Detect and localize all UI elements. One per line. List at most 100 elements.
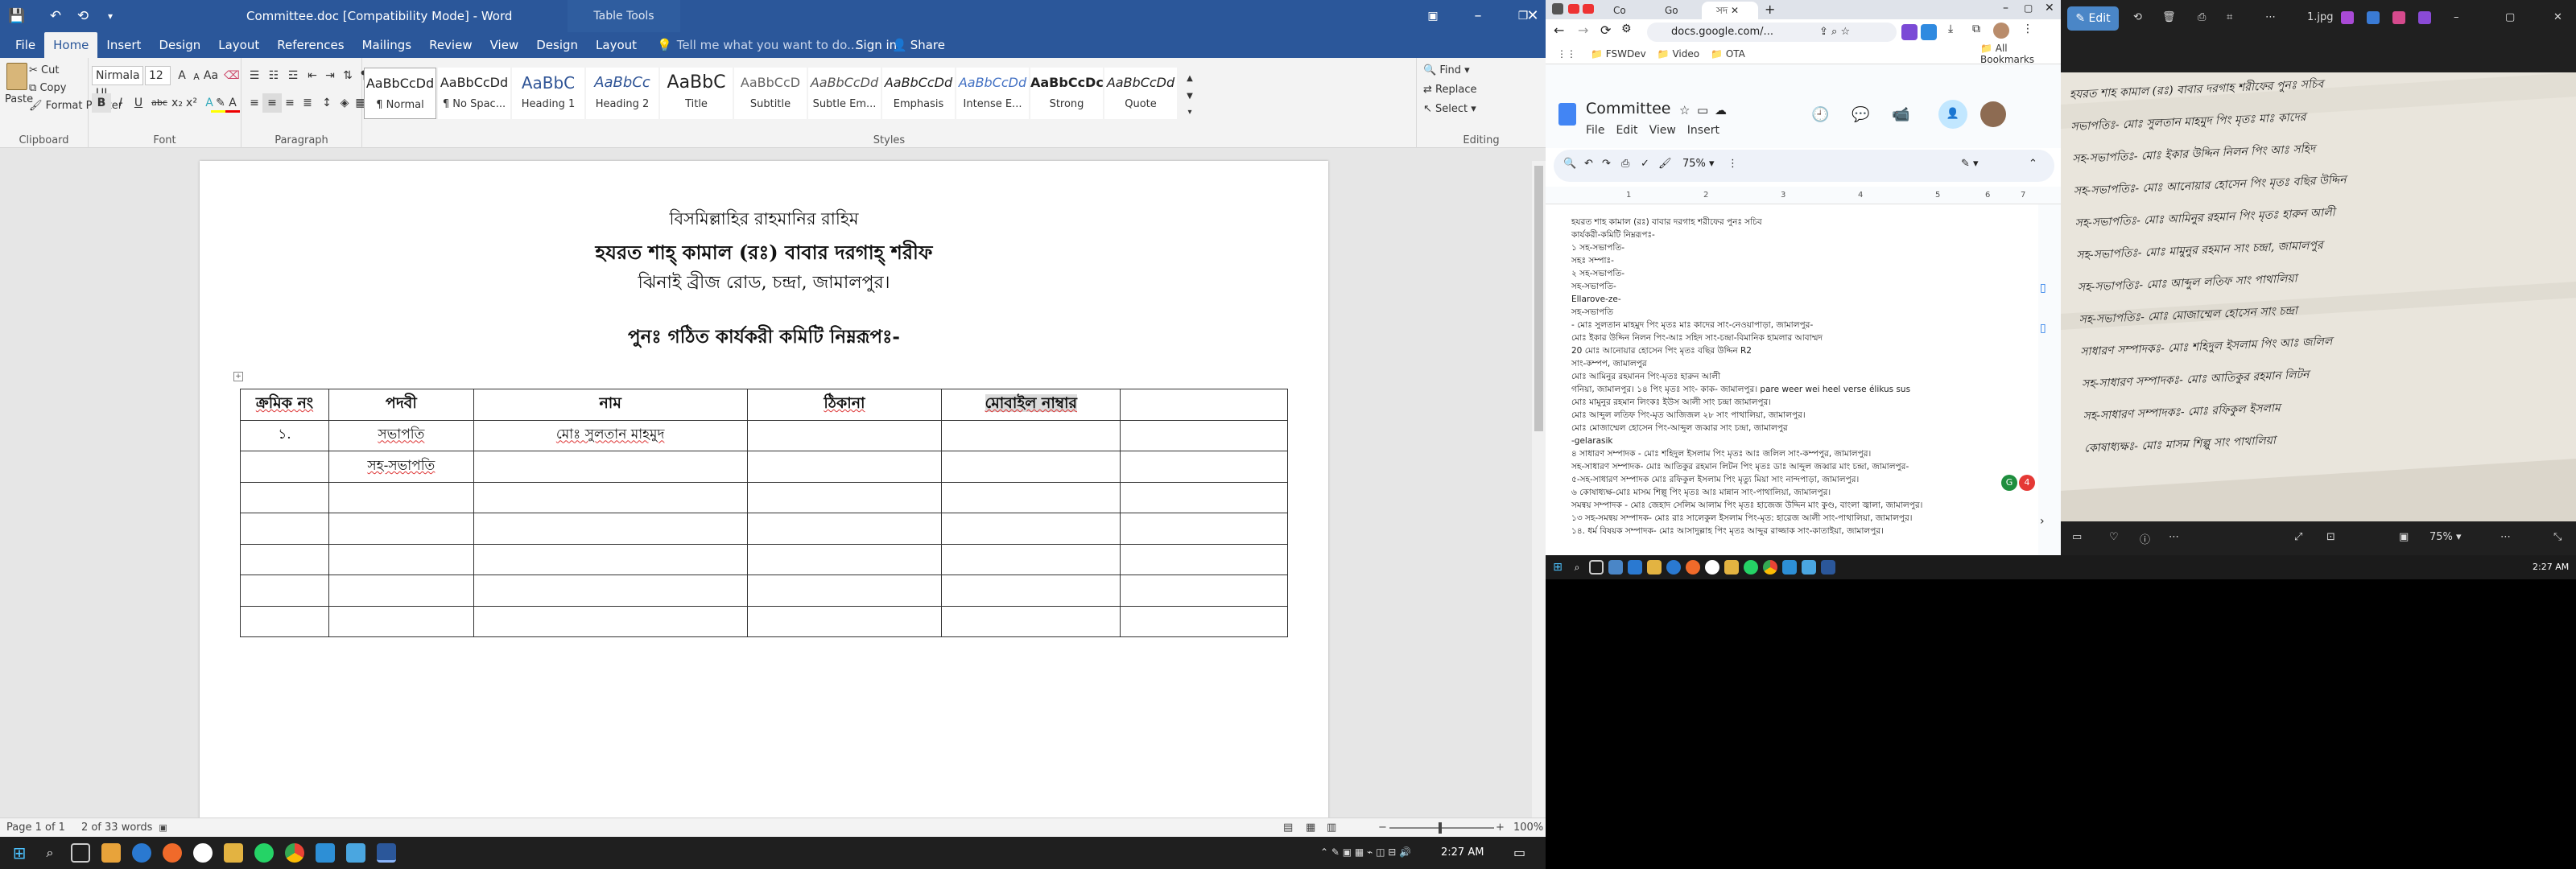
grammarly-icon[interactable]: G [2001,475,2017,491]
file-explorer-icon[interactable] [1724,560,1739,575]
committee-table[interactable]: ক্রমিক নং পদবী নাম ঠিকানা মোবাইল নাম্বার… [240,389,1288,637]
back-icon[interactable]: ← [1554,23,1564,38]
taskbar-app-icon[interactable] [163,843,182,863]
numbering-icon[interactable]: ☷ [264,66,283,85]
table-cell[interactable] [328,575,474,607]
redo-icon[interactable]: ↷ [1602,158,1611,170]
clock[interactable]: 2:27 AM [2533,562,2569,572]
table-cell[interactable] [941,481,1121,513]
table-cell[interactable] [473,451,748,483]
tab-home[interactable]: Home [44,32,98,58]
table-cell[interactable] [1120,543,1288,575]
table-cell[interactable]: ১. [240,419,329,451]
taskbar-app-icon[interactable] [1647,560,1662,575]
page-count[interactable]: Page 1 of 1 [6,822,65,834]
table-cell[interactable] [328,543,474,575]
notification-icon[interactable]: ▭ [1513,845,1525,860]
header-designation[interactable]: পদবী [328,389,474,421]
reload-icon[interactable]: ⟳ [1600,23,1611,38]
app-icon[interactable] [2392,11,2405,24]
forward-icon[interactable]: → [1578,23,1588,38]
more-icon[interactable]: ⋯ [2500,531,2511,543]
zoom-select[interactable]: 75% ▾ [1682,158,1715,170]
gdoc-page[interactable]: হযরত শাহ কামাল (রঃ) বাবার দরগাহ শরীফের প… [1546,204,2038,555]
new-tab-icon[interactable]: + [1765,2,1775,17]
side-panel-toggle-icon[interactable]: › [2040,515,2056,531]
zoom-slider-thumb[interactable] [1439,822,1442,834]
taskbar-app-icon[interactable] [193,843,213,863]
spellcheck-icon[interactable]: ✓ [1641,158,1649,170]
table-cell[interactable] [746,451,943,483]
style-title[interactable]: AaBbC Title [660,68,733,119]
zoom-out-icon[interactable]: − [1378,822,1387,834]
tab-search-icon[interactable] [1552,3,1563,14]
style-normal[interactable]: AaBbCcDd ¶ Normal [364,68,436,119]
edit-button[interactable]: ✎ Edit [2067,6,2119,31]
copy-button[interactable]: ⧉ Copy [29,82,66,94]
app-icon[interactable] [2367,11,2380,24]
undo-icon[interactable]: ↶ [42,0,69,32]
header-name[interactable]: নাম [473,389,748,421]
style-subtle-emphasis[interactable]: AaBbCcDd Subtle Em... [808,68,881,119]
close-icon[interactable]: ✕ [2553,11,2562,23]
style-heading-1[interactable]: AaBbC Heading 1 [512,68,584,119]
taskbar-app-icon[interactable] [132,843,151,863]
clock[interactable]: 2:27 AM [1441,846,1484,859]
tab-active[interactable]: সদ ✕ [1702,2,1758,19]
font-size-box[interactable]: 12 [145,66,171,85]
print-icon[interactable]: ⎙ [2198,11,2206,23]
taskbar-app-icon[interactable] [1628,560,1642,575]
start-icon[interactable]: ⊞ [1550,560,1565,575]
word-taskbar-icon[interactable] [1821,560,1835,575]
table-cell[interactable] [473,513,748,545]
menu-edit[interactable]: Edit [1616,124,1637,137]
header-serial[interactable]: ক্রমিক নং [240,389,329,421]
style-no-spacing[interactable]: AaBbCcDd ¶ No Spac... [438,68,510,119]
vscode-icon[interactable] [1782,560,1797,575]
history-icon[interactable]: 🕘 [1811,106,1829,123]
app-icon[interactable] [2418,11,2431,24]
align-left-icon[interactable]: ≡ [245,93,264,113]
bookmark-folder[interactable]: 📁 OTA [1711,48,1745,60]
print-layout-icon[interactable]: ▦ [1306,822,1315,834]
table-cell[interactable] [1120,419,1288,451]
view-icon[interactable]: ▣ [2399,531,2409,543]
issue-badge[interactable]: 4 [2019,475,2035,491]
fit-icon[interactable]: ⤢ [2294,531,2302,543]
table-cell[interactable] [240,575,329,607]
ribbon-display-icon[interactable]: ▣ [1410,0,1455,32]
underline-button[interactable]: U [129,93,148,113]
meet-icon[interactable]: 📹 [1892,106,1909,123]
tab-mailings[interactable]: Mailings [353,32,420,58]
rotate-icon[interactable]: ⟲ [2133,11,2142,23]
tab-docs[interactable]: Co [1599,2,1647,19]
decrease-indent-icon[interactable]: ⇤ [303,66,322,85]
zoom-level[interactable]: 100% [1513,822,1543,834]
tab-insert[interactable]: Insert [97,32,150,58]
clear-format-icon[interactable]: ⌫ [222,66,242,85]
menu-file[interactable]: File [1586,124,1604,137]
document-page[interactable]: বিসমিল্লাহির রাহমানির রাহিম হযরত শাহ্‌ ক… [200,161,1328,821]
filmstrip-icon[interactable]: ▭ [2072,531,2082,543]
crop-icon[interactable]: ⌗ [2227,11,2232,23]
account-avatar[interactable] [1980,101,2006,127]
tell-me-box[interactable]: 💡 Tell me what you want to do... [657,38,858,52]
styles-scroll-up-icon[interactable]: ▲ [1180,69,1199,89]
style-heading-2[interactable]: AaBbCc Heading 2 [586,68,658,119]
minimize-icon[interactable]: – [1455,0,1501,32]
table-cell[interactable] [746,543,943,575]
change-case-icon[interactable]: Aa [201,66,221,85]
table-cell[interactable] [328,605,474,637]
menu-insert[interactable]: Insert [1687,124,1719,137]
table-cell[interactable] [746,481,943,513]
proofing-icon[interactable]: ▣ [159,822,167,833]
docs-logo-icon[interactable] [1558,103,1576,126]
zoom-in-icon[interactable]: + [1496,822,1505,834]
bookmark-folder[interactable]: 📁 Video [1657,48,1699,60]
table-cell[interactable]: মোঃ সুলতান মাহমুদ [473,419,748,451]
read-mode-icon[interactable]: ▤ [1283,822,1293,834]
header-address[interactable]: ঠিকানা [746,389,943,421]
youtube-icon[interactable] [1568,4,1579,14]
extensions-icon[interactable]: ⧉ [1972,23,1980,35]
table-move-handle-icon[interactable]: + [233,372,243,381]
